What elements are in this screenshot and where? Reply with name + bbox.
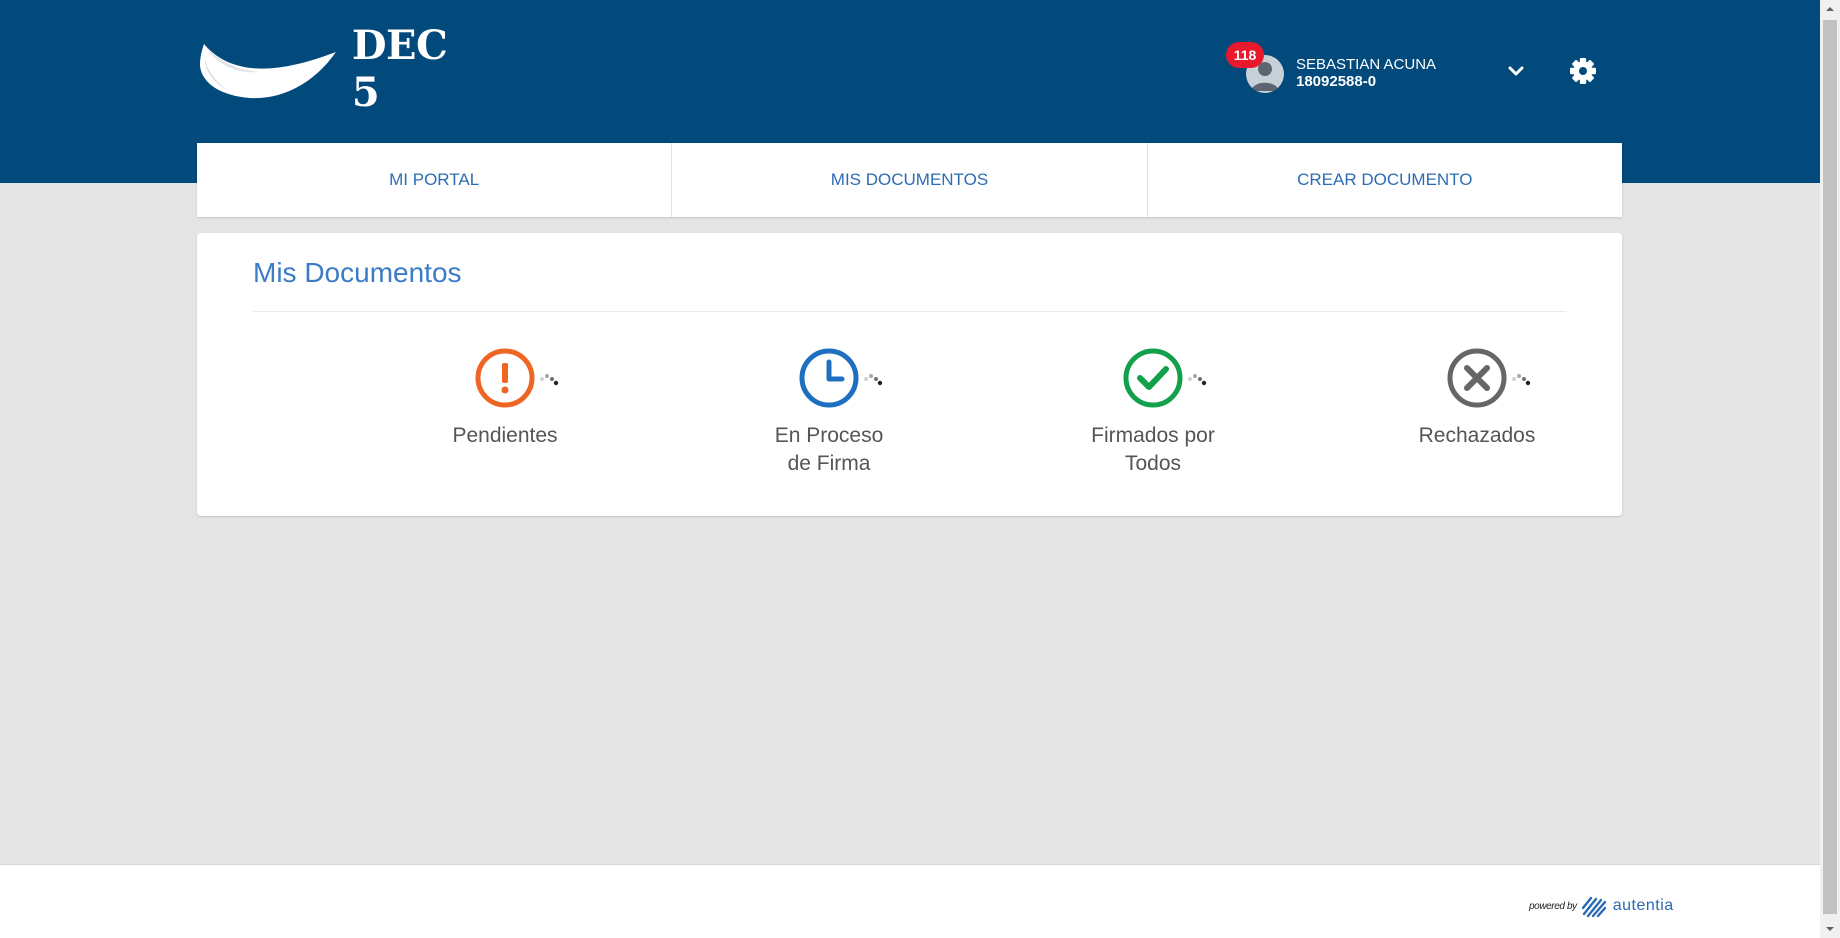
loading-spinner-icon <box>1512 374 1531 386</box>
footer: powered by autentia <box>0 864 1820 938</box>
user-id: 18092588-0 <box>1296 73 1377 90</box>
scroll-down-arrow-icon[interactable] <box>1820 920 1840 938</box>
scrollbar[interactable] <box>1820 0 1840 938</box>
documents-panel: Mis Documentos Pendientes En Proceso de … <box>197 233 1622 516</box>
nav-mi-portal[interactable]: MI PORTAL <box>197 143 673 217</box>
card-firmados[interactable]: Firmados por Todos <box>1053 348 1253 478</box>
loading-spinner-icon <box>1188 374 1207 386</box>
user-menu[interactable]: 118 SEBASTIAN ACUNA 18092588-0 <box>1226 42 1540 102</box>
user-name: SEBASTIAN ACUNA <box>1296 56 1437 73</box>
notification-badge[interactable]: 118 <box>1226 42 1264 68</box>
dec5-logo[interactable]: DEC 5 <box>198 22 488 116</box>
powered-by-text: powered by <box>1529 900 1577 912</box>
nav-mis-documentos[interactable]: MIS DOCUMENTOS <box>672 143 1148 217</box>
leaf-logo-icon <box>199 44 336 99</box>
card-pendientes[interactable]: Pendientes <box>405 348 605 450</box>
nav-crear-documento[interactable]: CREAR DOCUMENTO <box>1148 143 1622 217</box>
card-label: Pendientes <box>452 424 558 447</box>
panel-title: Mis Documentos <box>253 257 462 288</box>
x-circle-icon <box>1447 348 1507 408</box>
loading-spinner-icon <box>864 374 883 386</box>
loading-spinner-icon <box>540 374 559 386</box>
chevron-down-icon[interactable] <box>1505 62 1527 80</box>
card-rechazados[interactable]: Rechazados <box>1377 348 1577 450</box>
document-status-cards: Pendientes En Proceso de Firma Firmados … <box>197 348 1622 488</box>
check-circle-icon <box>1123 348 1183 408</box>
card-label: Rechazados <box>1418 424 1536 447</box>
exclamation-circle-icon <box>475 348 535 408</box>
scroll-thumb[interactable] <box>1823 20 1837 914</box>
divider <box>253 311 1566 312</box>
autentia-text: autentia <box>1612 897 1674 914</box>
logo-text: DEC 5 <box>351 22 448 116</box>
gear-icon[interactable] <box>1568 56 1598 86</box>
powered-by-autentia[interactable]: powered by autentia <box>1529 894 1674 918</box>
autentia-logo-icon <box>1581 896 1606 918</box>
card-label: En Proceso de Firma <box>774 424 884 475</box>
clock-icon <box>799 348 859 408</box>
scroll-up-arrow-icon[interactable] <box>1820 0 1840 18</box>
card-label: Firmados por Todos <box>1091 424 1215 475</box>
main-nav: MI PORTAL MIS DOCUMENTOS CREAR DOCUMENTO <box>197 143 1622 217</box>
card-en-proceso[interactable]: En Proceso de Firma <box>729 348 929 478</box>
